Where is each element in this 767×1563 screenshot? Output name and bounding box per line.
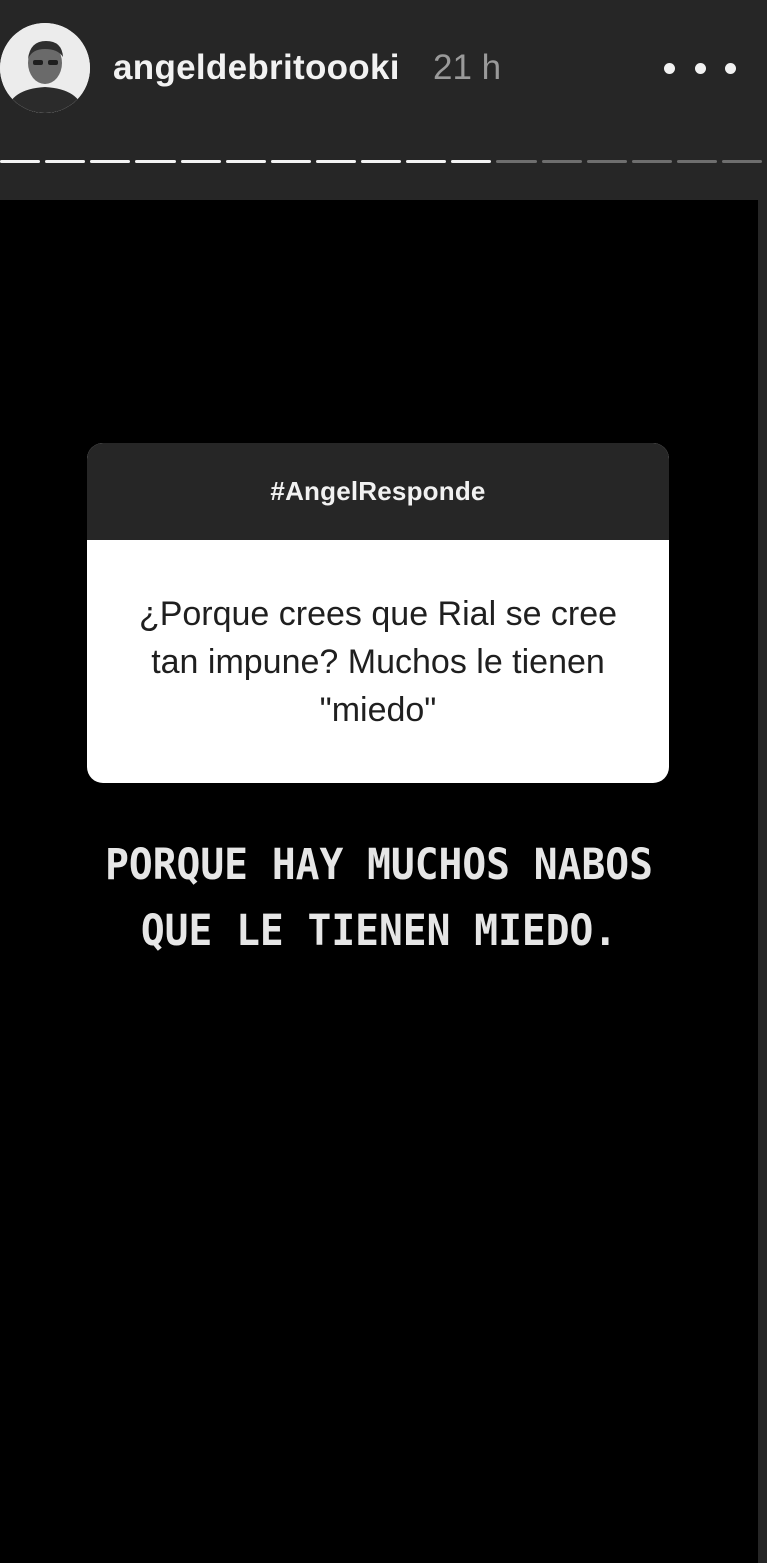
more-horizontal-icon bbox=[664, 62, 675, 74]
question-sticker-title: #AngelResponde bbox=[87, 443, 669, 540]
progress-segment bbox=[631, 159, 672, 163]
username[interactable]: angeldebritoooki bbox=[113, 48, 400, 88]
question-text: ¿Porque crees que Rial se cree tan impun… bbox=[138, 594, 618, 729]
progress-segment bbox=[270, 159, 311, 163]
answer-line-2: QUE LE TIENEN MIEDO. bbox=[140, 906, 618, 956]
more-horizontal-icon-dot bbox=[694, 62, 706, 74]
progress-segment bbox=[180, 159, 221, 163]
progress-segment bbox=[406, 159, 447, 163]
progress-segment bbox=[90, 159, 131, 163]
progress-segment bbox=[135, 159, 176, 163]
progress-segment bbox=[451, 159, 492, 163]
progress-segment bbox=[315, 159, 356, 163]
progress-segment bbox=[722, 159, 763, 163]
answer-text: PORQUE HAY MUCHOS NABOS QUE LE TIENEN MI… bbox=[58, 832, 700, 964]
progress-segment bbox=[225, 159, 266, 163]
screen-edge bbox=[758, 200, 767, 1563]
progress-segment bbox=[361, 159, 402, 163]
progress-segment bbox=[45, 159, 86, 163]
progress-segment bbox=[496, 159, 537, 163]
story-header: angeldebritoooki 21 h bbox=[0, 0, 767, 198]
progress-segment bbox=[0, 159, 41, 163]
answer-line-1: PORQUE HAY MUCHOS NABOS bbox=[105, 840, 653, 890]
story-progress-bar bbox=[0, 156, 767, 166]
more-horizontal-icon-dot bbox=[725, 62, 736, 74]
story-viewer: angeldebritoooki 21 h #AngelResponde ¿Po… bbox=[0, 0, 767, 1563]
progress-segment bbox=[541, 159, 582, 163]
post-timestamp: 21 h bbox=[433, 48, 502, 87]
progress-segment bbox=[676, 159, 717, 163]
progress-segment bbox=[586, 159, 627, 163]
question-sticker: #AngelResponde ¿Porque crees que Rial se… bbox=[87, 443, 669, 783]
user-avatar-icon[interactable] bbox=[0, 23, 90, 113]
avatar-image bbox=[0, 23, 90, 113]
more-options-button[interactable] bbox=[664, 48, 736, 88]
